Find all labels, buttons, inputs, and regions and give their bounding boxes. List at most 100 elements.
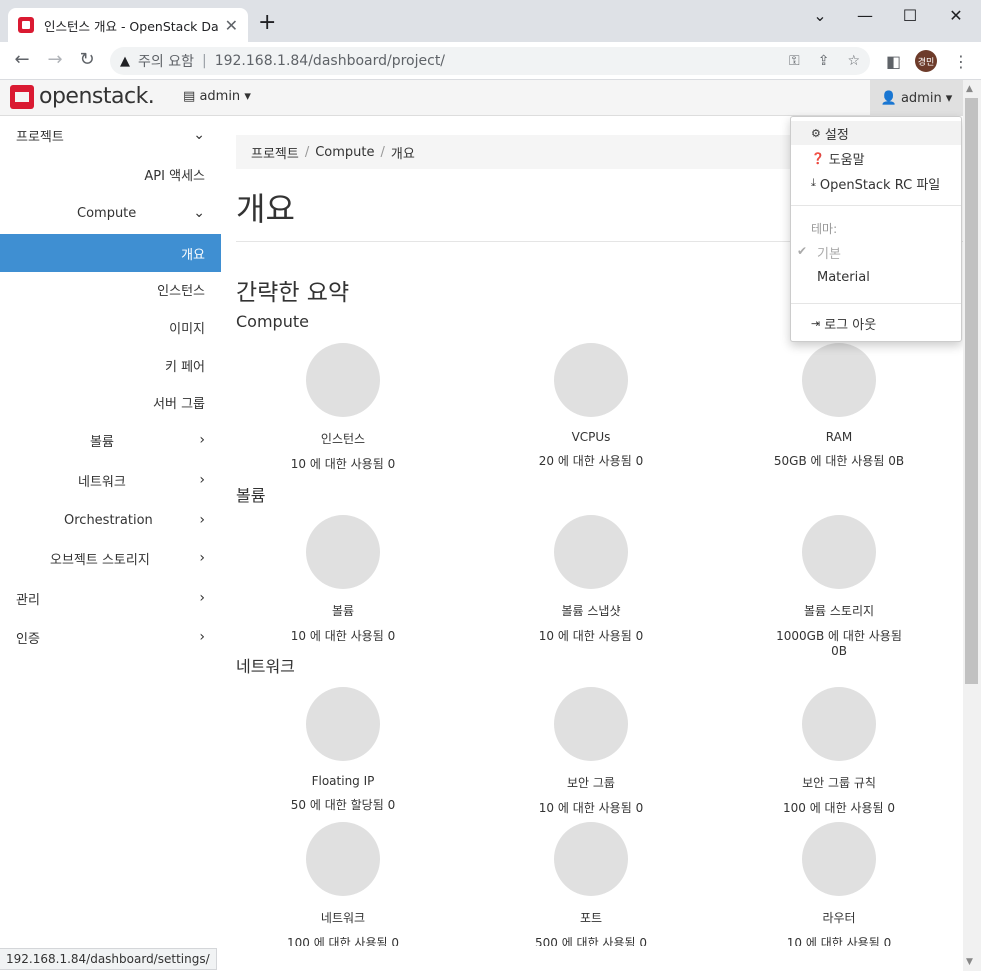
tab-close-icon[interactable]: ✕ [225, 16, 238, 35]
openstack-logo-text: openstack. [39, 84, 155, 109]
quota-label: 보안 그룹 규칙 [802, 776, 876, 790]
url-text[interactable]: 192.168.1.84/dashboard/project/ [215, 53, 445, 69]
quota-usage: 10 에 대한 사용됨 0 [290, 457, 396, 471]
openstack-favicon-icon [18, 17, 34, 33]
quota-chart-security-groups: 보안 그룹 10 에 대한 사용됨 0 [521, 687, 661, 816]
quota-chart-volumes: 볼륨 10 에 대한 사용됨 0 [273, 515, 413, 644]
sidebar-item-orchestration[interactable]: Orchestration › [0, 501, 221, 539]
sidebar-item-object-storage[interactable]: 오브젝트 스토리지 › [0, 539, 221, 577]
menu-item-label: 설정 [824, 127, 849, 143]
pie-chart [306, 822, 380, 896]
sidebar-item-identity[interactable]: 인증 › [0, 618, 221, 656]
key-icon[interactable]: ⚿ [789, 53, 800, 69]
openstack-header: openstack. ▤ admin ▾ 👤 admin ▾ [0, 80, 963, 116]
menu-divider [791, 205, 961, 206]
quota-usage: 100 에 대한 사용됨 0 [286, 936, 400, 946]
quota-usage: 10 에 대한 사용됨 0 [290, 629, 396, 643]
quota-chart-volume-storage: 볼륨 스토리지 1000GB 에 대한 사용됨 0B [769, 515, 909, 658]
scroll-up-icon[interactable]: ▲ [966, 84, 973, 94]
menu-item-theme-default[interactable]: 기본 [791, 240, 961, 264]
back-arrow-icon[interactable]: ← [9, 49, 35, 70]
openstack-logo[interactable]: openstack. [10, 84, 155, 109]
bookmark-star-icon[interactable]: ☆ [847, 53, 860, 69]
maximize-icon[interactable]: ☐ [895, 6, 925, 25]
quota-label: RAM [825, 430, 853, 444]
quota-chart-ports: 포트 500 에 대한 사용됨 0 [521, 822, 661, 946]
menu-item-label: Material [817, 269, 870, 285]
share-icon[interactable]: ⇪ [818, 53, 830, 69]
warning-icon[interactable]: ▲ [120, 54, 130, 69]
sidebar-item-label: Orchestration [64, 512, 153, 528]
menu-item-settings[interactable]: ⚙ 설정 [791, 121, 961, 145]
menu-item-openstack-rc[interactable]: ⤓ OpenStack RC 파일 [791, 171, 961, 195]
pie-chart [306, 515, 380, 589]
sidebar-item-admin[interactable]: 관리 › [0, 579, 221, 617]
sidebar-item-server-groups[interactable]: 서버 그룹 [0, 383, 221, 421]
quota-label: VCPUs [571, 430, 611, 444]
security-status[interactable]: 주의 요함 [138, 51, 194, 71]
quota-usage: 10 에 대한 사용됨 0 [786, 936, 892, 946]
sidebar-item-label: 프로젝트 [16, 129, 64, 145]
browser-menu-icon[interactable]: ⋮ [953, 52, 969, 71]
quota-chart-networks: 네트워크 100 에 대한 사용됨 0 [273, 822, 413, 946]
menu-divider [791, 303, 961, 304]
menu-item-theme-material[interactable]: Material [791, 265, 961, 289]
close-window-icon[interactable]: ✕ [941, 6, 971, 25]
sidebar-item-project[interactable]: 프로젝트 ⌄ [0, 116, 221, 154]
profile-avatar[interactable]: 경민 [915, 50, 937, 72]
user-dropdown[interactable]: 👤 admin ▾ [870, 80, 963, 116]
summary-heading: 간략한 요약 [236, 280, 350, 306]
breadcrumb-item[interactable]: Compute [315, 145, 374, 160]
chevron-down-icon: ⌄ [193, 205, 205, 221]
section-title-compute: Compute [236, 312, 309, 331]
chevron-right-icon: › [199, 432, 205, 448]
quota-chart-ram: RAM 50GB 에 대한 사용됨 0B [769, 343, 909, 469]
pie-chart [802, 343, 876, 417]
scrollbar-thumb[interactable] [965, 98, 978, 684]
sidebar-item-volumes[interactable]: 볼륨 › [0, 421, 221, 459]
quota-chart-routers: 라우터 10 에 대한 사용됨 0 [769, 822, 909, 946]
sidebar-item-key-pairs[interactable]: 키 페어 [0, 346, 221, 384]
scroll-down-icon[interactable]: ▼ [966, 957, 973, 967]
address-bar[interactable]: ▲ 주의 요함 | 192.168.1.84/dashboard/project… [110, 47, 870, 75]
new-tab-button[interactable]: + [258, 12, 276, 34]
breadcrumb-item: 개요 [390, 146, 415, 162]
quota-chart-vcpus: VCPUs 20 에 대한 사용됨 0 [521, 343, 661, 469]
quota-label: 보안 그룹 [567, 776, 615, 790]
forward-arrow-icon[interactable]: → [42, 49, 68, 70]
minimize-icon[interactable]: — [850, 6, 880, 25]
sidebar-item-overview[interactable]: 개요 [0, 234, 221, 272]
sidebar-item-network[interactable]: 네트워크 › [0, 461, 221, 499]
menu-item-help[interactable]: ❓ 도움말 [791, 146, 961, 170]
question-icon: ❓ [811, 151, 825, 165]
sidebar-item-images[interactable]: 이미지 [0, 308, 221, 346]
openstack-logo-icon [10, 84, 34, 109]
page-title: 개요 [236, 190, 295, 228]
sidebar-item-label: 관리 [16, 592, 40, 608]
sidebar-item-api-access[interactable]: API 액세스 [0, 155, 221, 193]
menu-item-logout[interactable]: ⇥ 로그 아웃 [791, 311, 961, 335]
breadcrumb-item[interactable]: 프로젝트 [251, 143, 299, 162]
quota-chart-floating-ip: Floating IP 50 에 대한 할당됨 0 [273, 687, 413, 813]
project-icon: ▤ [183, 89, 196, 104]
browser-tab[interactable]: 인스턴스 개요 - OpenStack Dasl ✕ [8, 8, 248, 42]
tab-search-icon[interactable]: ⌄ [805, 6, 835, 25]
user-label: admin [900, 90, 942, 106]
quota-label: 네트워크 [320, 911, 366, 925]
breadcrumb: 프로젝트 / Compute / 개요 [236, 135, 796, 169]
pie-chart [554, 822, 628, 896]
reload-icon[interactable]: ↻ [74, 49, 100, 70]
quota-usage: 10 에 대한 사용됨 0 [538, 629, 644, 643]
sidebar-item-label: 볼륨 [90, 434, 114, 450]
side-panel-icon[interactable]: ◧ [886, 52, 901, 71]
project-dropdown[interactable]: ▤ admin ▾ [183, 89, 251, 104]
pie-chart [554, 687, 628, 761]
sidebar-item-compute[interactable]: Compute ⌄ [0, 194, 221, 232]
section-title-volumes: 볼륨 [236, 486, 266, 505]
quota-usage: 50 에 대한 할당됨 0 [290, 798, 396, 812]
quota-usage: 50GB 에 대한 사용됨 0B [773, 454, 905, 468]
sidebar-item-label: Compute [77, 205, 137, 221]
browser-toolbar: ← → ↻ ▲ 주의 요함 | 192.168.1.84/dashboard/p… [0, 42, 981, 80]
tab-title: 인스턴스 개요 - OpenStack Dasl [44, 18, 219, 34]
sidebar-item-instances[interactable]: 인스턴스 [0, 270, 221, 308]
